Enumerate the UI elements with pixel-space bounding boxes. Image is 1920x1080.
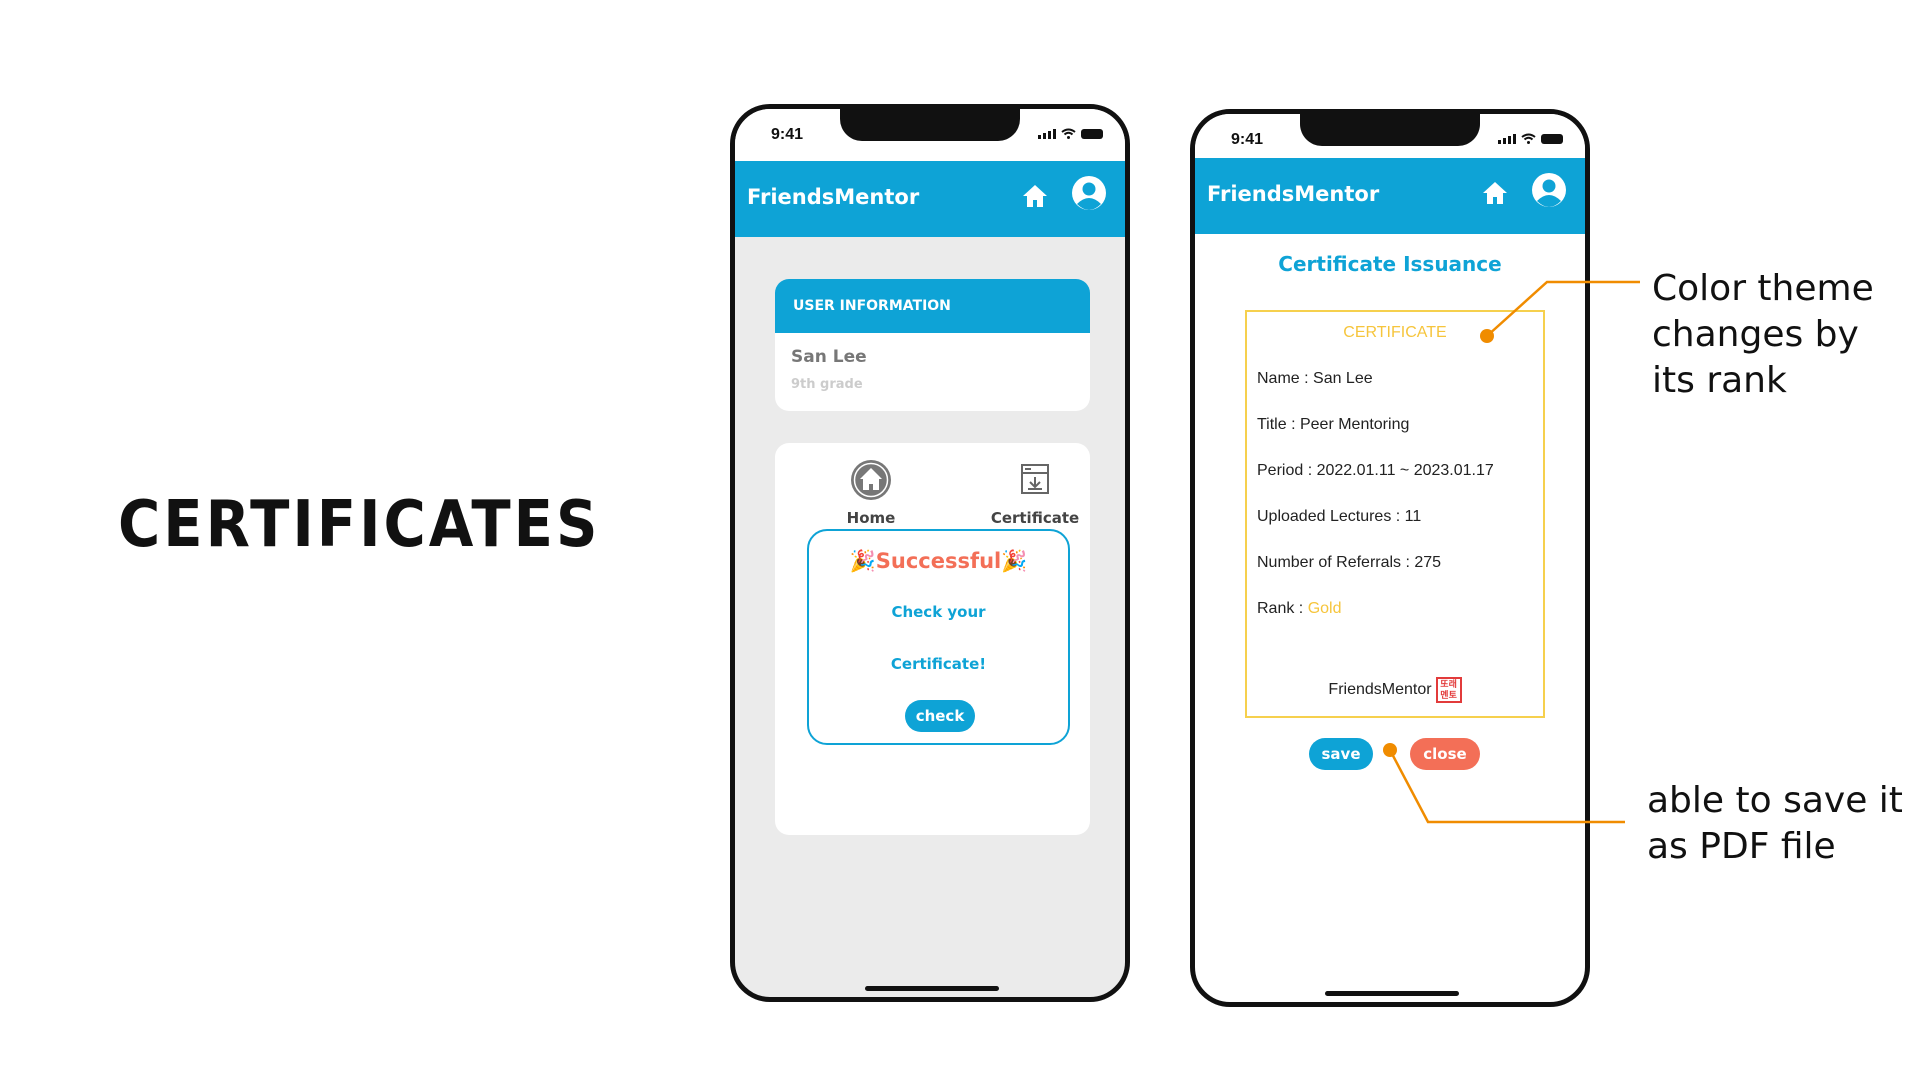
annotation-color-theme: Color theme changes by its rank (1652, 268, 1874, 401)
annotation-pointers (1383, 280, 1640, 824)
annotation-pdf: able to save it as PDF file (1647, 780, 1903, 867)
